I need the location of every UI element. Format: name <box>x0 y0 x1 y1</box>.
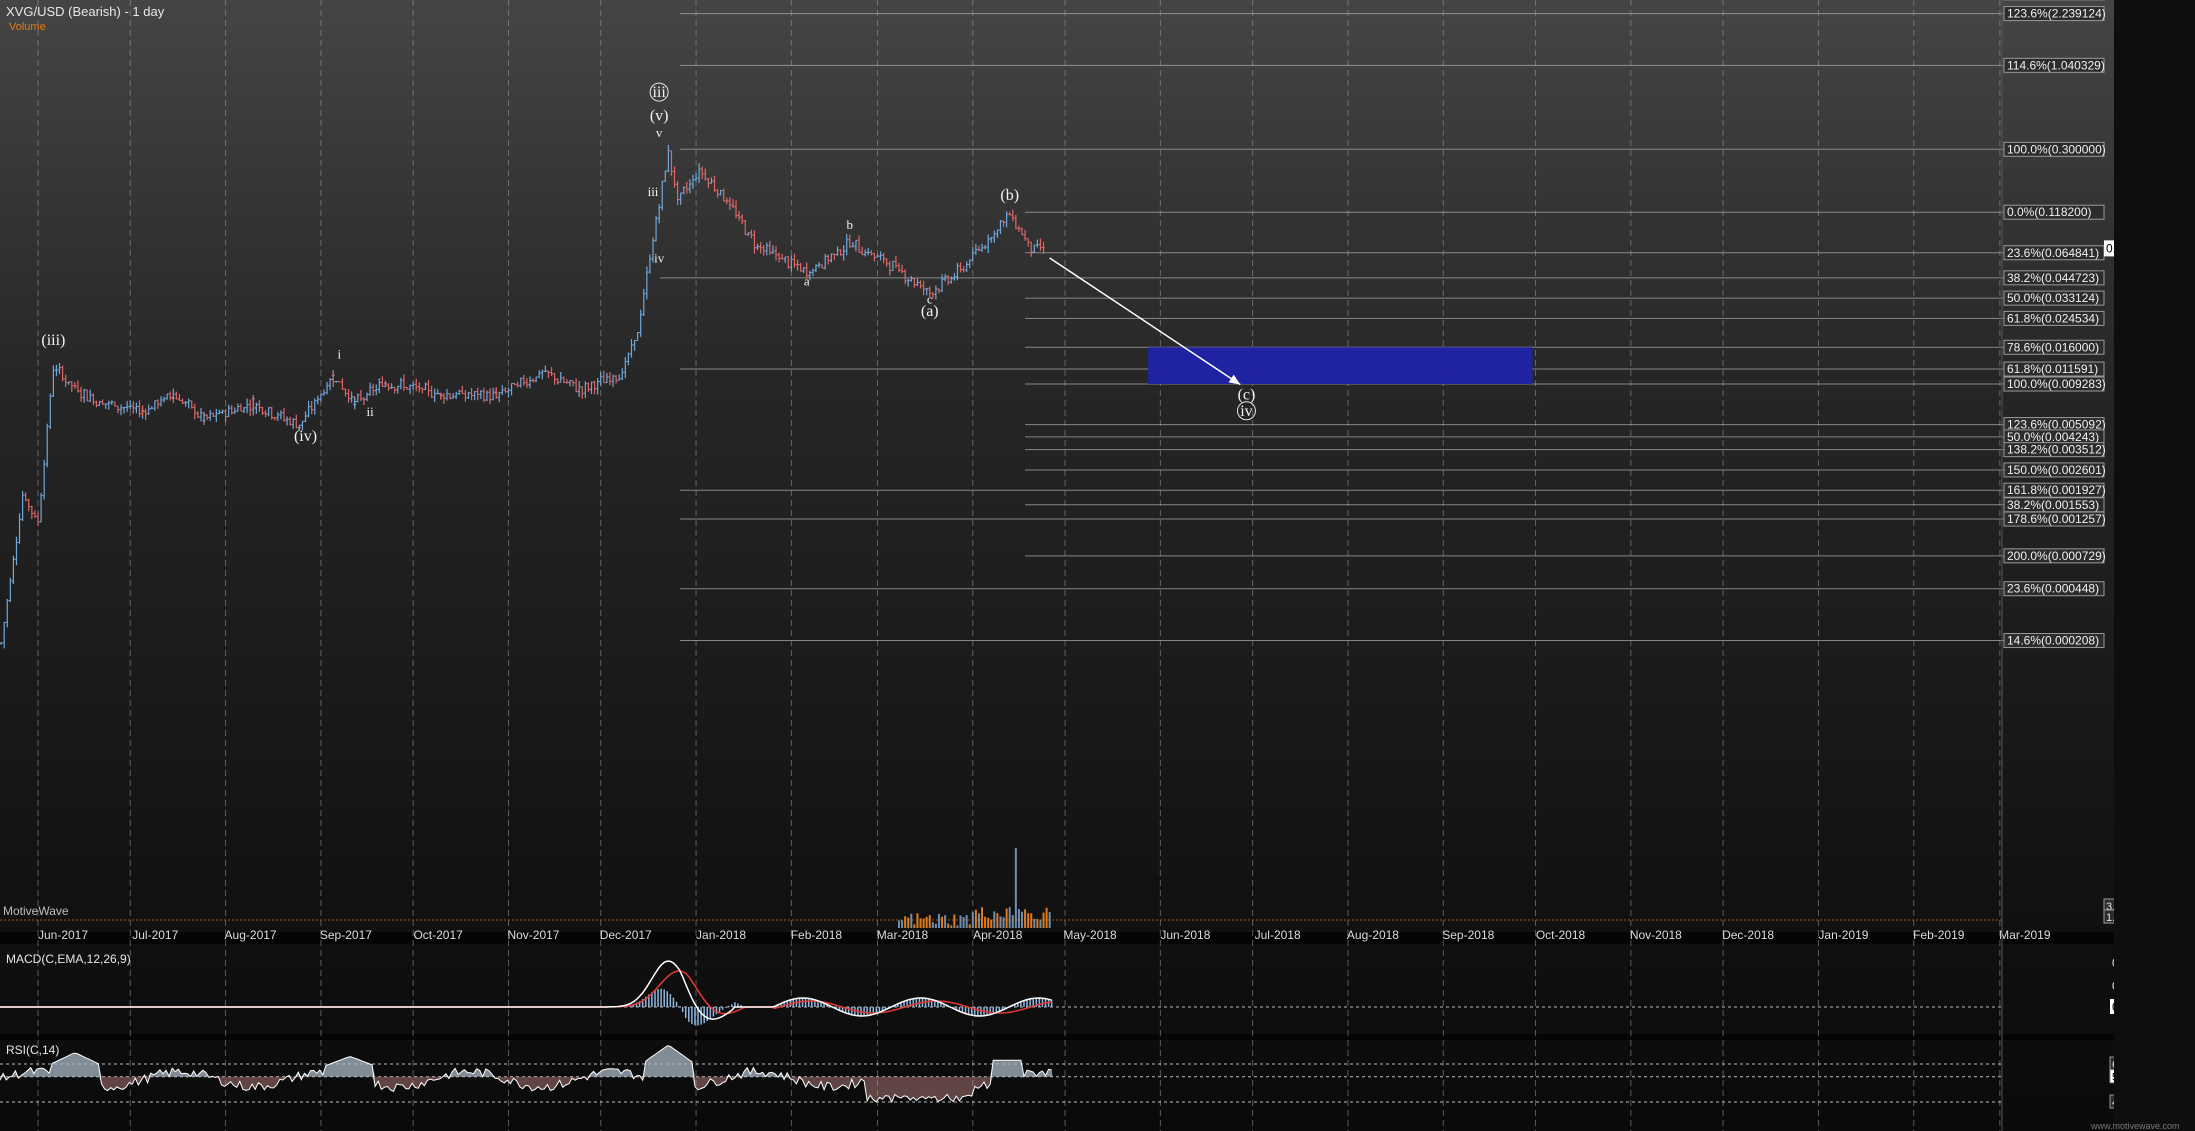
fib-level-label: 14.6%(0.000208) <box>2007 634 2099 648</box>
volume-label: Volume <box>9 21 46 33</box>
fib-level-label: 23.6%(0.064841) <box>2007 246 2099 260</box>
wave-label: (iii) <box>41 332 65 349</box>
rsi-pane-label: RSI(C,14) <box>6 1043 60 1057</box>
macd-pane-label: MACD(C,EMA,12,26,9) <box>6 952 131 966</box>
chart-window: Jun-2017 Jul-2017 Aug-2017 Sep-2017 Oct-2017… <box>0 0 2195 1131</box>
chart-title: XVG/USD (Bearish) - 1 day <box>6 4 165 19</box>
x-tick-label: Feb-2018 <box>791 928 843 942</box>
wave-label: (v) <box>650 107 669 124</box>
wave-label: v <box>656 125 663 140</box>
x-tick-label: Nov-2017 <box>507 928 559 942</box>
fib-level-label: 23.6%(0.000448) <box>2007 582 2099 596</box>
fib-level-label: 100.0%(0.009283) <box>2007 377 2106 391</box>
x-tick-label: Jun-2017 <box>38 928 88 942</box>
x-tick-label: Oct-2017 <box>413 928 463 942</box>
fib-level-label: 38.2%(0.001553) <box>2007 498 2099 512</box>
fib-level-label: 50.0%(0.033124) <box>2007 291 2099 305</box>
price-chart[interactable]: Jun-2017 Jul-2017 Aug-2017 Sep-2017 Oct-2017… <box>0 0 2195 1131</box>
brand-label: MotiveWave <box>3 904 69 918</box>
x-tick-label: Sep-2018 <box>1442 928 1494 942</box>
x-tick-label: Jan-2019 <box>1818 928 1868 942</box>
fib-level-label: 178.6%(0.001257) <box>2007 512 2106 526</box>
projection-arrow-line <box>1049 257 1241 386</box>
wave-label: i <box>338 347 342 362</box>
x-tick-label: May-2018 <box>1063 928 1117 942</box>
x-tick-label: Mar-2019 <box>1999 928 2051 942</box>
fib-level-label: 0.0%(0.118200) <box>2007 205 2092 219</box>
x-tick-label: Jun-2018 <box>1160 928 1210 942</box>
x-tick-label: Aug-2017 <box>225 928 277 942</box>
right-margin <box>2114 0 2195 1131</box>
fib-level-label: 200.0%(0.000729) <box>2007 549 2106 563</box>
x-tick-label: Jul-2018 <box>1255 928 1301 942</box>
fib-level-label: 61.8%(0.011591) <box>2007 362 2098 376</box>
watermark: www.motivewave.com <box>2091 1121 2180 1131</box>
wave-label: iii <box>652 84 666 101</box>
x-tick-label: Dec-2018 <box>1722 928 1774 942</box>
x-tick-label: Oct-2018 <box>1536 928 1586 942</box>
x-tick-label: Jul-2017 <box>132 928 178 942</box>
fib-level-label: 150.0%(0.002601) <box>2007 463 2106 477</box>
fib-level-label: 78.6%(0.016000) <box>2007 340 2099 354</box>
x-tick-label: Mar-2018 <box>877 928 929 942</box>
wave-label: iii <box>648 184 659 199</box>
x-tick-label: Sep-2017 <box>320 928 372 942</box>
wave-label: a <box>804 273 810 288</box>
wave-label: (iv) <box>294 428 317 445</box>
x-tick-label: Nov-2018 <box>1630 928 1682 942</box>
fib-level-label: 161.8%(0.001927) <box>2007 483 2106 497</box>
wave-label: iv <box>1240 403 1252 420</box>
wave-label: (c) <box>1238 386 1256 403</box>
x-tick-label: Apr-2018 <box>973 928 1023 942</box>
wave-label: b <box>847 217 854 232</box>
wave-label: ii <box>366 404 374 419</box>
rsi-oversold-fill <box>0 1076 1053 1102</box>
fib-level-label: 114.6%(1.040329) <box>2007 58 2105 72</box>
wave-label: (b) <box>1000 187 1019 204</box>
x-tick-label: Dec-2017 <box>600 928 652 942</box>
fib-level-label: 123.6%(2.239124) <box>2007 7 2106 21</box>
fib-level-label: 61.8%(0.024534) <box>2007 311 2099 325</box>
wave-label: (a) <box>921 303 939 320</box>
fib-level-label: 38.2%(0.044723) <box>2007 271 2099 285</box>
fib-level-label: 100.0%(0.300000) <box>2007 142 2106 156</box>
wave-label: iv <box>654 251 665 266</box>
fib-level-label: 138.2%(0.003512) <box>2007 443 2106 457</box>
x-tick-label: Aug-2018 <box>1347 928 1399 942</box>
x-tick-label: Jan-2018 <box>696 928 746 942</box>
x-tick-label: Feb-2019 <box>1913 928 1965 942</box>
target-zone-box <box>1148 347 1533 385</box>
pane-separator <box>0 1034 2195 1040</box>
